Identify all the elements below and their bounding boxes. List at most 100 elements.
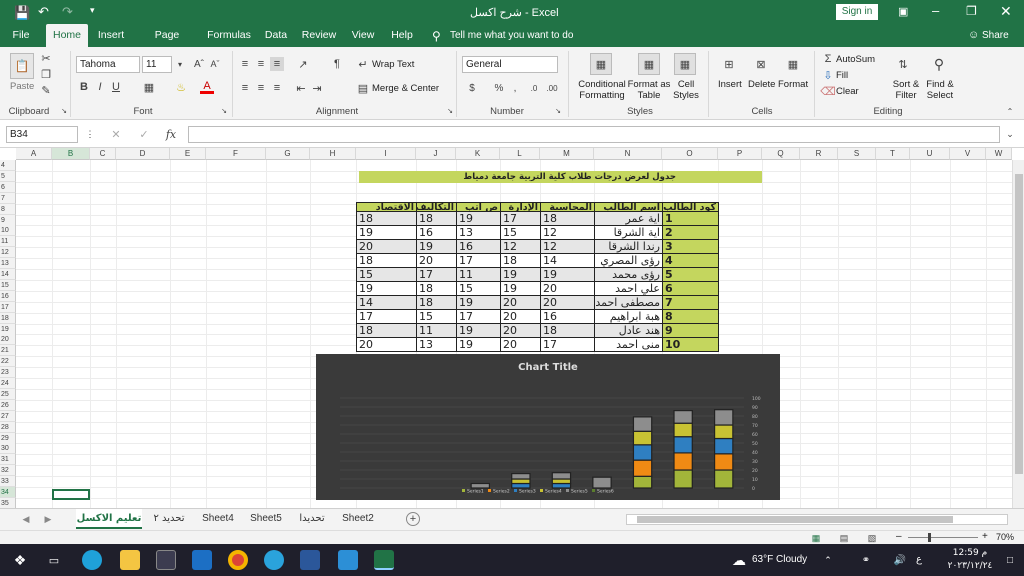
row-header[interactable]: 27 (0, 410, 16, 422)
row-header[interactable]: 20 (0, 334, 16, 346)
tab-page-layout[interactable]: Page Layout (138, 24, 196, 64)
tab-data[interactable]: Data (262, 24, 290, 47)
tab-review[interactable]: Review (300, 24, 338, 47)
align-middle-icon[interactable]: ≡ (254, 57, 268, 71)
font-size-select[interactable]: 11 (142, 56, 172, 73)
sheet-tab[interactable]: تحديد ٢ (146, 509, 192, 529)
row-header[interactable]: 5 (0, 170, 16, 182)
tell-me-search[interactable]: Tell me what you want to do (450, 30, 573, 41)
number-format-select[interactable]: General (462, 56, 558, 73)
chart-bar[interactable] (673, 436, 693, 454)
column-header[interactable]: A (16, 148, 52, 160)
percent-icon[interactable]: % (492, 81, 506, 95)
column-header[interactable]: L (500, 148, 540, 160)
volume-icon[interactable]: 🔊 (894, 553, 906, 567)
borders-icon[interactable]: ▦ (142, 80, 156, 94)
excel-icon[interactable] (374, 550, 394, 570)
align-top-icon[interactable]: ≡ (238, 57, 252, 71)
column-header[interactable]: J (416, 148, 456, 160)
row-header[interactable]: 11 (0, 236, 16, 248)
name-box[interactable]: B34 (6, 126, 78, 143)
ribbon-display-icon[interactable]: ▣ (898, 5, 908, 18)
enter-icon[interactable]: ✓ (138, 128, 150, 141)
row-header[interactable]: 6 (0, 181, 16, 193)
copy-icon[interactable]: ❐ (40, 68, 52, 81)
italic-icon[interactable]: I (94, 80, 106, 94)
column-header[interactable]: P (718, 148, 762, 160)
column-header[interactable]: M (540, 148, 594, 160)
align-center-icon[interactable]: ≡ (254, 81, 268, 95)
chrome-icon[interactable] (228, 550, 248, 570)
edge-icon[interactable] (82, 550, 102, 570)
decrease-decimal-icon[interactable]: .00 (544, 81, 560, 95)
conditional-formatting-icon[interactable]: ▦ (590, 53, 612, 75)
collapse-ribbon-icon[interactable]: ⌃ (1004, 106, 1016, 116)
search-icon[interactable]: ⚲ (928, 53, 950, 75)
eraser-icon[interactable]: ⌫ (820, 85, 836, 98)
chart[interactable]: 0 10 20 30 40 50 60 70 80 90 100 Chart Title Series1… (316, 354, 780, 500)
insert-cells-button[interactable]: Insert (718, 79, 742, 90)
undo-icon[interactable]: ↶ (38, 4, 49, 20)
row-header[interactable]: 7 (0, 192, 16, 204)
cancel-icon[interactable]: ✕ (110, 128, 122, 141)
sort-filter-icon[interactable]: ⇅ (892, 53, 914, 75)
selected-cell[interactable] (52, 489, 90, 500)
weather-icon[interactable]: ☁ (730, 552, 748, 568)
page-break-view-icon[interactable]: ▧ (866, 532, 878, 544)
sheet-tab[interactable]: تحديدا (292, 509, 332, 529)
format-painter-icon[interactable]: ✎ (40, 84, 52, 97)
font-name-select[interactable]: Tahoma (76, 56, 140, 73)
zoom-out-button[interactable]: – (896, 531, 902, 542)
zoom-slider-thumb[interactable] (928, 533, 931, 542)
chart-bar[interactable] (551, 478, 572, 485)
chart-bar[interactable] (632, 430, 653, 446)
insert-cells-icon[interactable]: ⊞ (718, 53, 740, 75)
align-left-icon[interactable]: ≡ (238, 81, 252, 95)
expand-formula-icon[interactable]: ⌄ (1004, 128, 1016, 140)
row-header[interactable]: 19 (0, 323, 16, 335)
merge-center-button[interactable]: Merge & Center (372, 83, 439, 94)
fill-color-icon[interactable]: ♨ (174, 80, 188, 94)
comma-icon[interactable]: , (508, 81, 522, 95)
chart-bar[interactable] (673, 409, 693, 424)
scroll-thumb[interactable] (637, 516, 953, 523)
mail-icon[interactable] (192, 550, 212, 570)
chart-bar[interactable] (713, 424, 734, 440)
prev-sheet-icon[interactable]: ◀ (20, 513, 32, 525)
chart-bar[interactable] (673, 469, 693, 489)
row-header[interactable]: 10 (0, 225, 16, 237)
autosum-button[interactable]: AutoSum (836, 54, 875, 65)
row-header[interactable]: 21 (0, 345, 16, 357)
decrease-indent-icon[interactable]: ⇤ (294, 81, 308, 95)
format-cells-button[interactable]: Format (778, 79, 808, 90)
column-header[interactable]: B (52, 148, 90, 160)
insert-function-icon[interactable]: fx (164, 128, 178, 141)
windows-start-icon[interactable]: ❖ (12, 552, 28, 568)
notification-icon[interactable]: □ (1004, 553, 1016, 567)
row-header[interactable]: 35 (0, 497, 16, 508)
column-header[interactable]: F (206, 148, 266, 160)
paste-label[interactable]: Paste (10, 81, 34, 92)
tab-formulas[interactable]: Formulas (206, 24, 252, 47)
column-header[interactable]: V (950, 148, 986, 160)
row-header[interactable]: 13 (0, 258, 16, 270)
shrink-font-icon[interactable]: Aˇ (208, 57, 222, 71)
chart-bar[interactable] (713, 453, 734, 471)
formula-input[interactable] (188, 126, 1000, 143)
chart-bar[interactable] (632, 459, 653, 477)
launcher-icon[interactable]: ↘ (446, 106, 454, 116)
chart-bar[interactable] (713, 409, 734, 426)
column-header[interactable]: K (456, 148, 500, 160)
chevron-down-icon[interactable]: ▾ (174, 58, 186, 70)
row-header[interactable]: 8 (0, 203, 16, 215)
find-select-button[interactable]: Find & Select (924, 79, 956, 101)
chart-bar[interactable] (632, 444, 653, 461)
worksheet-grid[interactable]: ABCDEFGHIJKLMNOPQRSTUVW 4 5 6 7 8 9 10 11 12 13 14… (0, 148, 1024, 508)
font-color-icon[interactable]: A (200, 80, 214, 94)
row-header[interactable]: 18 (0, 312, 16, 324)
row-header[interactable]: 32 (0, 465, 16, 477)
restore-icon[interactable]: ❐ (966, 4, 977, 18)
page-layout-view-icon[interactable]: ▤ (838, 532, 850, 544)
zoom-slider[interactable] (908, 537, 978, 538)
cell-styles-button[interactable]: Cell Styles (670, 79, 702, 101)
